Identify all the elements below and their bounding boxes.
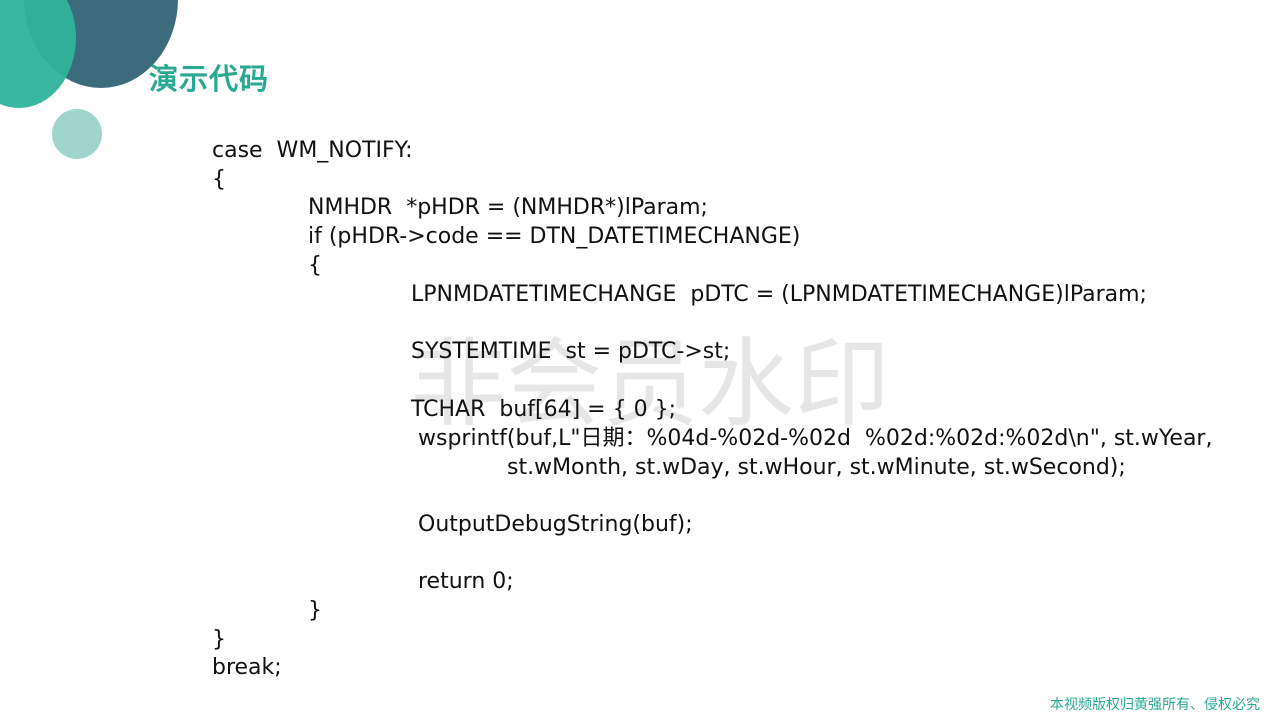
code-line: NMHDR *pHDR = (NMHDR*)lParam; (308, 195, 708, 220)
code-line: { (212, 167, 226, 192)
code-line: st.wMonth, st.wDay, st.wHour, st.wMinute… (507, 455, 1126, 480)
decor-circle-small (52, 109, 102, 159)
code-line: case WM_NOTIFY: (212, 138, 413, 163)
decor-circle-teal (0, 0, 76, 108)
code-line: } (308, 598, 322, 623)
code-line: break; (212, 655, 282, 680)
code-line: SYSTEMTIME st = pDTC->st; (411, 339, 731, 364)
code-line: TCHAR buf[64] = { 0 }; (411, 397, 676, 422)
code-line: { (308, 253, 322, 278)
code-line: wsprintf(buf,L"日期：%04d-%02d-%02d %02d:%0… (418, 426, 1213, 451)
code-line: } (212, 627, 226, 652)
code-line: OutputDebugString(buf); (418, 512, 693, 537)
copyright-notice: 本视频版权归黄强所有、侵权必究 (1050, 697, 1260, 713)
code-line: return 0; (418, 569, 514, 594)
slide-title: 演示代码 (149, 62, 270, 96)
code-line: LPNMDATETIMECHANGE pDTC = (LPNMDATETIMEC… (411, 282, 1147, 307)
code-line: if (pHDR->code == DTN_DATETIMECHANGE) (308, 224, 801, 249)
